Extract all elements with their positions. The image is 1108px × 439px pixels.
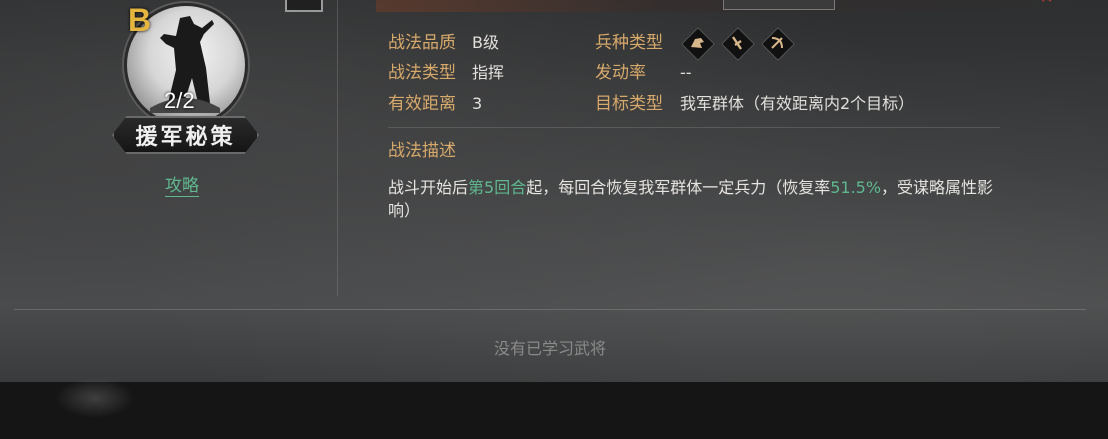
- top-header-button[interactable]: [723, 0, 835, 10]
- trigger-rate-label: 发动率: [595, 63, 646, 83]
- skill-description: 战斗开始后第5回合起，每回合恢复我军群体一定兵力（恢复率51.5%，受谋略属性影…: [388, 176, 998, 222]
- quality-label: 战法品质: [388, 33, 456, 53]
- guide-link[interactable]: 攻略: [165, 176, 199, 197]
- info-divider: [388, 127, 1000, 128]
- skill-count: 2/2: [164, 88, 195, 113]
- range-label: 有效距离: [388, 94, 456, 114]
- description-highlight-round: 第5回合: [468, 178, 527, 197]
- skill-name: 援军秘策: [135, 124, 236, 150]
- trigger-rate-value: --: [680, 63, 692, 82]
- checkbox-icon[interactable]: [285, 0, 323, 12]
- type-label: 战法类型: [388, 63, 456, 83]
- target-type-label: 目标类型: [595, 94, 663, 114]
- bottom-bar-glow: [55, 378, 135, 418]
- empty-generals-note: 没有已学习武将: [493, 339, 606, 358]
- description-text-1: 战斗开始后: [388, 178, 469, 197]
- range-value: 3: [472, 94, 483, 113]
- bow-icon: [761, 27, 795, 61]
- description-heading: 战法描述: [388, 141, 456, 161]
- skill-name-banner: 援军秘策: [112, 116, 259, 154]
- cavalry-icon: [681, 27, 715, 61]
- description-highlight-rate: 51.5%: [830, 178, 882, 197]
- shield-icon: [721, 27, 755, 61]
- skill-grade: B: [128, 2, 152, 38]
- bottom-bar: [0, 382, 1108, 439]
- description-text-2: 起，每回合恢复我军群体一定兵力（恢复率: [526, 178, 831, 197]
- target-type-value: 我军群体（有效距离内2个目标）: [680, 94, 915, 113]
- vertical-divider: [337, 0, 338, 296]
- section-divider: [14, 309, 1086, 310]
- close-icon[interactable]: ✕: [1040, 0, 1070, 6]
- quality-value: B级: [472, 33, 499, 52]
- troop-type-label: 兵种类型: [595, 33, 663, 53]
- type-value: 指挥: [472, 63, 505, 82]
